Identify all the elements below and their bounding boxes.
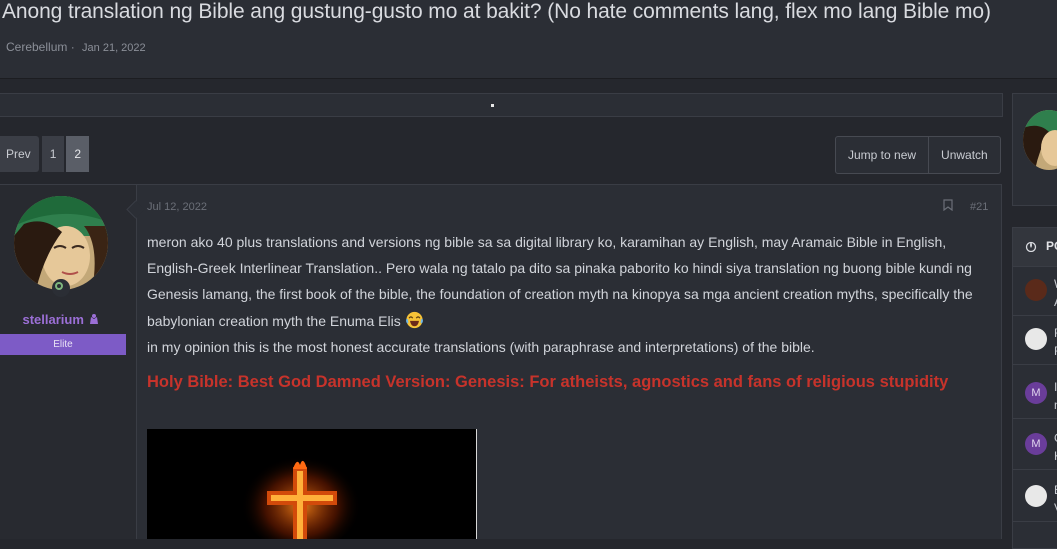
thread-meta: Cerebellum · Jan 21, 2022: [6, 40, 146, 54]
bookmark-icon[interactable]: [943, 199, 953, 211]
sidebar-avatar[interactable]: [1023, 110, 1057, 170]
burning-cross-image[interactable]: [147, 429, 477, 539]
jump-to-new-button[interactable]: Jump to new: [836, 137, 928, 173]
sidebar-posts-panel: PC W A F F M I n M G K B V: [1012, 227, 1057, 549]
post-user-column: stellarium Elite: [0, 185, 137, 539]
post-date[interactable]: Jul 12, 2022: [147, 201, 207, 213]
sidebar-item-avatar: [1025, 328, 1047, 350]
post-21: stellarium Elite Jul 12, 2022 #21 meron …: [0, 184, 1002, 539]
laughing-emoji-icon: [405, 311, 423, 328]
post-number[interactable]: #21: [970, 201, 988, 213]
thread-start-date[interactable]: Jan 21, 2022: [82, 42, 146, 54]
sidebar-item[interactable]: M I n: [1013, 370, 1057, 419]
sidebar-item[interactable]: W A: [1013, 267, 1057, 316]
username-text: stellarium: [22, 312, 84, 327]
user-badge-icon: [89, 314, 98, 324]
sidebar-panel-header: PC: [1013, 228, 1057, 267]
prev-page-button[interactable]: Prev: [0, 136, 39, 172]
fire-icon: [1025, 241, 1037, 252]
meta-separator: ·: [70, 40, 75, 54]
thread-author-link[interactable]: Cerebellum: [6, 40, 67, 54]
prev-page-label: Prev: [6, 147, 31, 161]
thread-header: Anong translation ng Bible ang gustung-g…: [0, 0, 1057, 79]
post-username[interactable]: stellarium: [0, 312, 122, 327]
online-status-icon: [52, 279, 70, 297]
notice-dot: [491, 104, 494, 107]
post-paragraph-2: in my opinion this is the most honest ac…: [147, 338, 815, 355]
post-body: meron ako 40 plus translations and versi…: [147, 229, 989, 360]
thread-title: Anong translation ng Bible ang gustung-g…: [2, 0, 991, 23]
thread-actions: Jump to new Unwatch: [835, 136, 1001, 174]
post-paragraph-1: meron ako 40 plus translations and versi…: [147, 234, 973, 329]
sidebar-panel-title: PC: [1046, 239, 1057, 253]
sidebar-item-avatar: [1025, 279, 1047, 301]
sidebar-profile-card: [1012, 93, 1057, 206]
unwatch-button[interactable]: Unwatch: [928, 137, 1000, 173]
book-title-link[interactable]: Holy Bible: Best God Damned Version: Gen…: [147, 373, 948, 392]
sidebar-item-avatar: M: [1025, 433, 1047, 455]
sidebar-item[interactable]: M G K: [1013, 421, 1057, 470]
user-avatar[interactable]: [14, 196, 108, 290]
page-1-button[interactable]: 1: [41, 136, 65, 172]
sidebar-item-avatar: [1025, 485, 1047, 507]
pagination: Prev 1 2: [0, 136, 91, 172]
page-2-button[interactable]: 2: [66, 136, 90, 172]
sidebar-item-avatar: M: [1025, 382, 1047, 404]
sidebar-item[interactable]: B V: [1013, 473, 1057, 522]
notice-bar: [0, 93, 1003, 117]
sidebar-item[interactable]: F F: [1013, 316, 1057, 365]
user-banner: Elite: [0, 334, 126, 355]
